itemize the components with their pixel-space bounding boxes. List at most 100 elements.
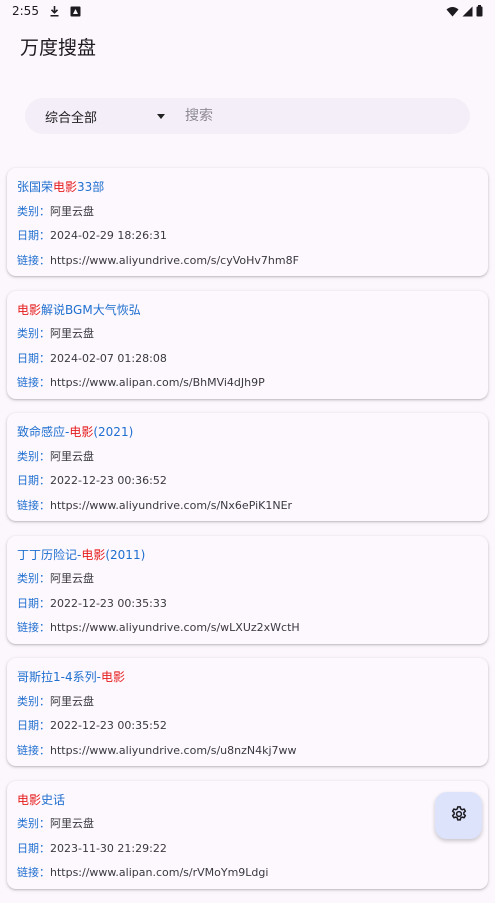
- result-category-label: 类别: [17, 327, 39, 340]
- search-input[interactable]: [185, 98, 470, 134]
- result-title-text: 致命感应-: [17, 425, 70, 439]
- result-card[interactable]: 丁丁历险记-电影(2011) 类别：阿里云盘 日期：2022-12-23 00:35…: [7, 535, 488, 644]
- label-separator: ：: [39, 327, 50, 340]
- result-link-value[interactable]: https://www.aliyundrive.com/s/cyVoHv7hm8…: [50, 254, 299, 267]
- result-category-row: 类别：阿里云盘: [17, 693, 478, 711]
- label-separator: ：: [39, 719, 50, 732]
- result-link-row[interactable]: 链接：https://www.aliyundrive.com/s/wLXUz2x…: [17, 619, 478, 637]
- result-link-row[interactable]: 链接：https://www.alipan.com/s/rVMoYm9Ldgi: [17, 864, 478, 882]
- battery-icon: [476, 5, 483, 17]
- settings-icon: [450, 805, 468, 827]
- result-link-row[interactable]: 链接：https://www.aliyundrive.com/s/cyVoHv7…: [17, 252, 478, 270]
- label-separator: ：: [39, 253, 50, 267]
- result-category-label: 类别: [17, 817, 39, 830]
- result-category-label: 类别: [17, 449, 39, 463]
- result-title[interactable]: 电影解说BGM大气恢弘: [17, 301, 478, 319]
- result-category-row: 类别：阿里云盘: [17, 203, 478, 221]
- label-separator: ：: [39, 866, 50, 879]
- result-title-highlight: 电影: [17, 302, 42, 317]
- label-separator: ：: [39, 204, 50, 218]
- result-card[interactable]: 电影史话 类别：阿里云盘 日期：2023-11-30 21:29:22 链接：http…: [7, 780, 488, 889]
- result-title[interactable]: 丁丁历险记-电影(2011): [17, 546, 478, 564]
- label-separator: ：: [39, 498, 50, 512]
- search-bar: 综合全部: [25, 98, 470, 134]
- result-link-row[interactable]: 链接：https://www.aliyundrive.com/s/u8nzN4k…: [17, 742, 478, 760]
- result-category-row: 类别：阿里云盘: [17, 815, 478, 833]
- app-title: 万度搜盘: [20, 37, 97, 59]
- result-category-label: 类别: [17, 694, 39, 708]
- result-date-value: 2022-12-23 00:35:33: [50, 596, 167, 610]
- result-title-text: 丁丁历险记-: [17, 547, 82, 562]
- result-link-label: 链接: [17, 866, 39, 879]
- result-link-row[interactable]: 链接：https://www.alipan.com/s/BhMVi4dJh9P: [17, 374, 478, 392]
- result-date-row: 日期：2022-12-23 00:35:33: [17, 595, 478, 613]
- status-time: 2:55: [12, 4, 39, 18]
- result-link-label: 链接: [17, 743, 39, 757]
- result-title-text: (2011): [105, 547, 146, 562]
- result-date-label: 日期: [17, 719, 39, 732]
- result-category-value: 阿里云盘: [50, 817, 94, 830]
- label-separator: ：: [39, 841, 50, 855]
- result-title-text: (2021): [93, 425, 134, 439]
- result-date-row: 日期：2023-11-30 21:29:22: [17, 840, 478, 858]
- result-link-value[interactable]: https://www.alipan.com/s/BhMVi4dJh9P: [50, 376, 265, 389]
- result-list: 张国荣电影33部 类别：阿里云盘 日期：2024-02-29 18:26:31 链接：…: [7, 168, 488, 903]
- result-title-text: 哥斯拉1-4系列-: [17, 670, 101, 684]
- category-dropdown[interactable]: 综合全部: [45, 107, 167, 126]
- result-category-row: 类别：阿里云盘: [17, 570, 478, 588]
- result-title[interactable]: 张国荣电影33部: [17, 178, 478, 196]
- label-separator: ：: [39, 474, 50, 487]
- result-date-row: 日期：2022-12-23 00:36:52: [17, 472, 478, 490]
- result-title[interactable]: 致命感应-电影(2021): [17, 423, 478, 441]
- result-date-label: 日期: [17, 596, 39, 610]
- result-link-value[interactable]: https://www.aliyundrive.com/s/Nx6ePiK1NE…: [50, 499, 292, 512]
- dropdown-arrow-icon: [157, 113, 165, 119]
- result-title-text: 张国荣: [17, 180, 54, 194]
- label-separator: ：: [39, 596, 50, 610]
- result-card[interactable]: 张国荣电影33部 类别：阿里云盘 日期：2024-02-29 18:26:31 链接：…: [7, 168, 488, 276]
- result-date-row: 日期：2024-02-29 18:26:31: [17, 227, 478, 245]
- result-date-value: 2024-02-07 01:28:08: [50, 351, 167, 365]
- result-category-row: 类别：阿里云盘: [17, 325, 478, 343]
- result-link-value[interactable]: https://www.aliyundrive.com/s/wLXUz2xWct…: [50, 621, 300, 634]
- result-title-text: 33部: [77, 180, 105, 194]
- label-separator: ：: [39, 449, 50, 463]
- result-date-row: 日期：2024-02-07 01:28:08: [17, 350, 478, 368]
- result-date-value: 2022-12-23 00:35:52: [50, 719, 167, 732]
- label-separator: ：: [39, 621, 50, 634]
- result-title-text: 史话: [41, 792, 66, 807]
- result-date-value: 2024-02-29 18:26:31: [50, 229, 167, 242]
- category-dropdown-label: 综合全部: [45, 110, 98, 126]
- label-separator: ：: [39, 376, 50, 389]
- result-card[interactable]: 致命感应-电影(2021) 类别：阿里云盘 日期：2022-12-23 00:36:…: [7, 413, 488, 521]
- result-link-label: 链接: [17, 376, 39, 389]
- settings-button[interactable]: [435, 792, 482, 839]
- result-date-row: 日期：2022-12-23 00:35:52: [17, 717, 478, 735]
- result-date-label: 日期: [17, 841, 39, 855]
- result-category-label: 类别: [17, 572, 39, 585]
- result-card[interactable]: 电影解说BGM大气恢弘 类别：阿里云盘 日期：2024-02-07 01:28:08…: [7, 290, 488, 399]
- status-bar: 2:55: [0, 0, 495, 22]
- result-category-value: 阿里云盘: [50, 694, 94, 708]
- result-title-highlight: 电影: [53, 180, 78, 194]
- status-right: [446, 5, 483, 17]
- result-title[interactable]: 电影史话: [17, 791, 478, 809]
- label-separator: ：: [39, 351, 50, 365]
- result-link-label: 链接: [17, 621, 39, 634]
- label-separator: ：: [39, 572, 50, 585]
- result-title[interactable]: 哥斯拉1-4系列-电影: [17, 668, 478, 686]
- result-link-label: 链接: [17, 498, 39, 512]
- result-card[interactable]: 哥斯拉1-4系列-电影 类别：阿里云盘 日期：2022-12-23 00:35:52…: [7, 658, 488, 766]
- label-separator: ：: [39, 817, 50, 830]
- result-link-value[interactable]: https://www.aliyundrive.com/s/u8nzN4kj7w…: [50, 744, 297, 757]
- result-date-value: 2022-12-23 00:36:52: [50, 474, 167, 487]
- result-category-row: 类别：阿里云盘: [17, 448, 478, 466]
- result-date-label: 日期: [17, 351, 39, 365]
- result-link-row[interactable]: 链接：https://www.aliyundrive.com/s/Nx6ePiK…: [17, 497, 478, 515]
- download-icon: [49, 5, 60, 17]
- result-link-value[interactable]: https://www.alipan.com/s/rVMoYm9Ldgi: [50, 866, 268, 879]
- label-separator: ：: [39, 229, 50, 242]
- notification-icon: [70, 6, 81, 17]
- result-date-label: 日期: [17, 229, 39, 242]
- label-separator: ：: [39, 694, 50, 708]
